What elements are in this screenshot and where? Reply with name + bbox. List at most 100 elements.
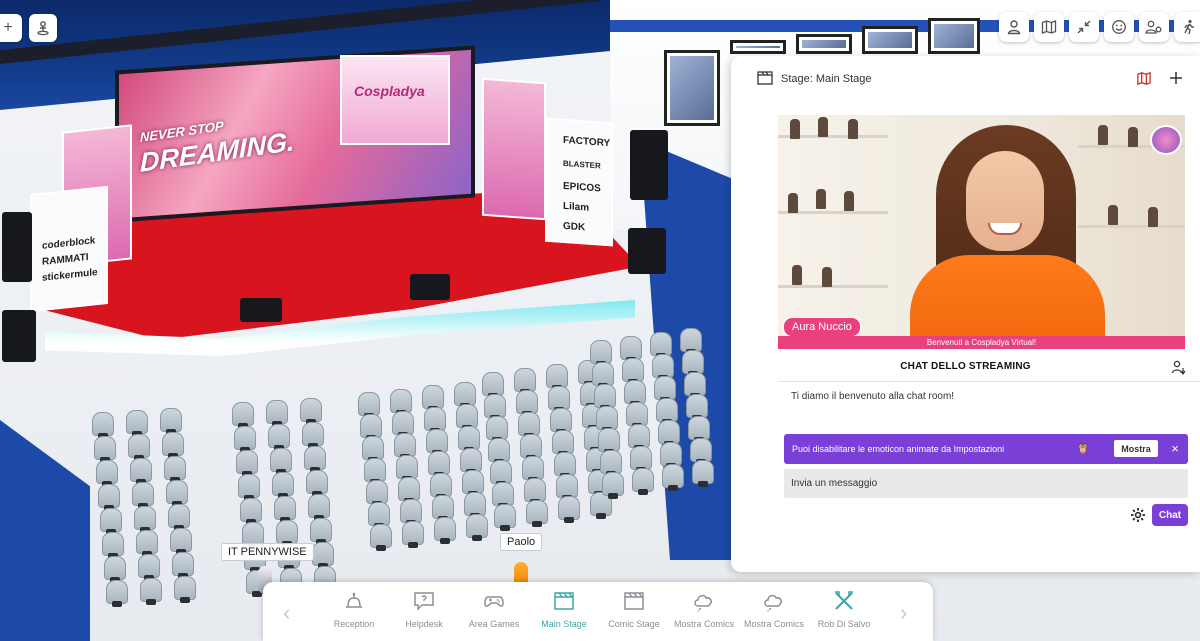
- audience-chair: [650, 332, 672, 359]
- audience-chair: [624, 380, 646, 407]
- wall-picture-frame: [928, 18, 980, 54]
- audience-chair: [92, 412, 114, 439]
- map-icon[interactable]: [1136, 71, 1152, 86]
- nav-item-mostra-comics-2[interactable]: Mostra Comics: [739, 586, 809, 636]
- close-icon[interactable]: ×: [1167, 440, 1183, 457]
- nav-item-main-stage[interactable]: Main Stage: [529, 586, 599, 636]
- live-video-stream[interactable]: Aura Nuccio: [778, 115, 1185, 347]
- emoticon-notice-banner: Puoi disabilitare le emoticon animate da…: [784, 434, 1188, 464]
- audience-chair: [390, 388, 412, 416]
- audience-chair: [656, 398, 678, 425]
- audience-chair: [392, 410, 414, 438]
- audience-chair: [132, 482, 154, 509]
- audience-chair: [548, 386, 570, 413]
- figurine: [792, 265, 802, 285]
- plus-icon: +: [3, 19, 13, 36]
- person-pin-icon: [37, 21, 49, 36]
- user-name-tag: Paolo: [500, 533, 543, 551]
- audience-chair: [550, 408, 572, 435]
- audience-chair: [660, 442, 682, 469]
- sponsor-logo: GDK: [563, 220, 586, 234]
- audience-chair: [174, 576, 196, 603]
- contacts-button[interactable]: [1139, 12, 1169, 42]
- audience-chair: [172, 552, 194, 579]
- emotes-button[interactable]: [1104, 12, 1134, 42]
- gear-icon[interactable]: [1130, 507, 1146, 523]
- audience-chair: [458, 426, 480, 453]
- wall-picture-frame: [730, 40, 786, 54]
- audience-chair: [692, 460, 714, 487]
- audience-chair: [128, 434, 150, 461]
- sponsor-logo: BLASTER: [563, 158, 601, 171]
- audience-chair: [270, 448, 292, 475]
- audience-chair: [514, 368, 536, 395]
- speaker-box: [2, 212, 32, 282]
- audience-chair: [104, 556, 126, 583]
- nav-item-helpdesk[interactable]: Helpdesk: [389, 586, 459, 636]
- figurine: [844, 191, 854, 211]
- audience-chair: [164, 456, 186, 483]
- nav-item-reception[interactable]: Reception: [319, 586, 389, 636]
- audience-chair: [482, 372, 504, 399]
- nav-label: Helpdesk: [405, 619, 443, 629]
- sponsor-logo: stickermule: [42, 266, 98, 284]
- left-sponsor-banner: coderblock RAMMATI stickermule: [30, 185, 108, 313]
- nav-label: Mostra Comics: [743, 619, 804, 629]
- chat-participants-icon[interactable]: [1171, 359, 1187, 375]
- figurine: [818, 117, 828, 137]
- nav-next-arrow[interactable]: ›: [900, 600, 907, 626]
- audience-chair: [312, 542, 334, 569]
- plus-icon[interactable]: [1169, 71, 1183, 85]
- profile-button[interactable]: [999, 12, 1029, 42]
- avatar-position-button[interactable]: [29, 14, 57, 42]
- nav-item-area-games[interactable]: Area Games: [459, 586, 529, 636]
- map-button[interactable]: [1034, 12, 1064, 42]
- audience-chair: [628, 424, 650, 451]
- stage-monitor: [410, 274, 450, 300]
- audience-chair: [466, 514, 488, 541]
- mostra-button[interactable]: Mostra: [1114, 440, 1158, 457]
- audience-chair: [162, 432, 184, 459]
- nav-prev-arrow[interactable]: ‹: [283, 600, 290, 626]
- audience-chair: [134, 506, 156, 533]
- audience-chair: [424, 407, 446, 435]
- audience-chair: [558, 496, 580, 523]
- emoticon-icon: 🦉: [1076, 443, 1090, 455]
- audience-chair: [454, 382, 476, 409]
- audience-chair: [238, 474, 260, 501]
- audience-chair: [662, 464, 684, 491]
- send-chat-button[interactable]: Chat: [1152, 504, 1188, 526]
- audience-chair: [170, 528, 192, 555]
- help-chat-icon: [414, 592, 434, 611]
- panel-title: Stage: Main Stage: [781, 73, 872, 85]
- room-navigation-bar: ‹ › Reception Helpdesk Area Games Main S…: [263, 582, 933, 641]
- audience-chair: [426, 429, 448, 457]
- audience-chair: [396, 454, 418, 482]
- audience-chair: [140, 578, 162, 605]
- crossed-tools-icon: [835, 591, 853, 610]
- sponsor-logo: EPICOS: [563, 180, 601, 195]
- walk-button[interactable]: [1174, 12, 1200, 42]
- right-art-banner: [482, 77, 546, 221]
- clapperboard-icon: [757, 71, 773, 85]
- speaker-name-badge: Aura Nuccio: [783, 317, 861, 337]
- nav-item-comic-stage[interactable]: Comic Stage: [599, 586, 669, 636]
- zoom-in-button[interactable]: +: [0, 14, 22, 42]
- audience-chair: [684, 372, 706, 399]
- audience-chair: [602, 472, 624, 499]
- audience-chair: [138, 554, 160, 581]
- figurine: [790, 119, 800, 139]
- audience-chair: [428, 451, 450, 479]
- audience-chair: [622, 358, 644, 385]
- map-icon: [1041, 20, 1057, 34]
- minimize-panel-button[interactable]: [1069, 12, 1099, 42]
- figurine: [1148, 207, 1158, 227]
- nav-item-mostra-comics[interactable]: Mostra Comics: [669, 586, 739, 636]
- smiley-icon: [1112, 20, 1126, 34]
- audience-chair: [402, 520, 424, 548]
- chat-message-input[interactable]: [784, 469, 1188, 498]
- audience-chair: [400, 498, 422, 526]
- audience-chair: [682, 350, 704, 377]
- nav-item-rob-di-salvo[interactable]: Rob Di Salvo: [809, 586, 879, 636]
- gamepad-icon: [484, 596, 504, 607]
